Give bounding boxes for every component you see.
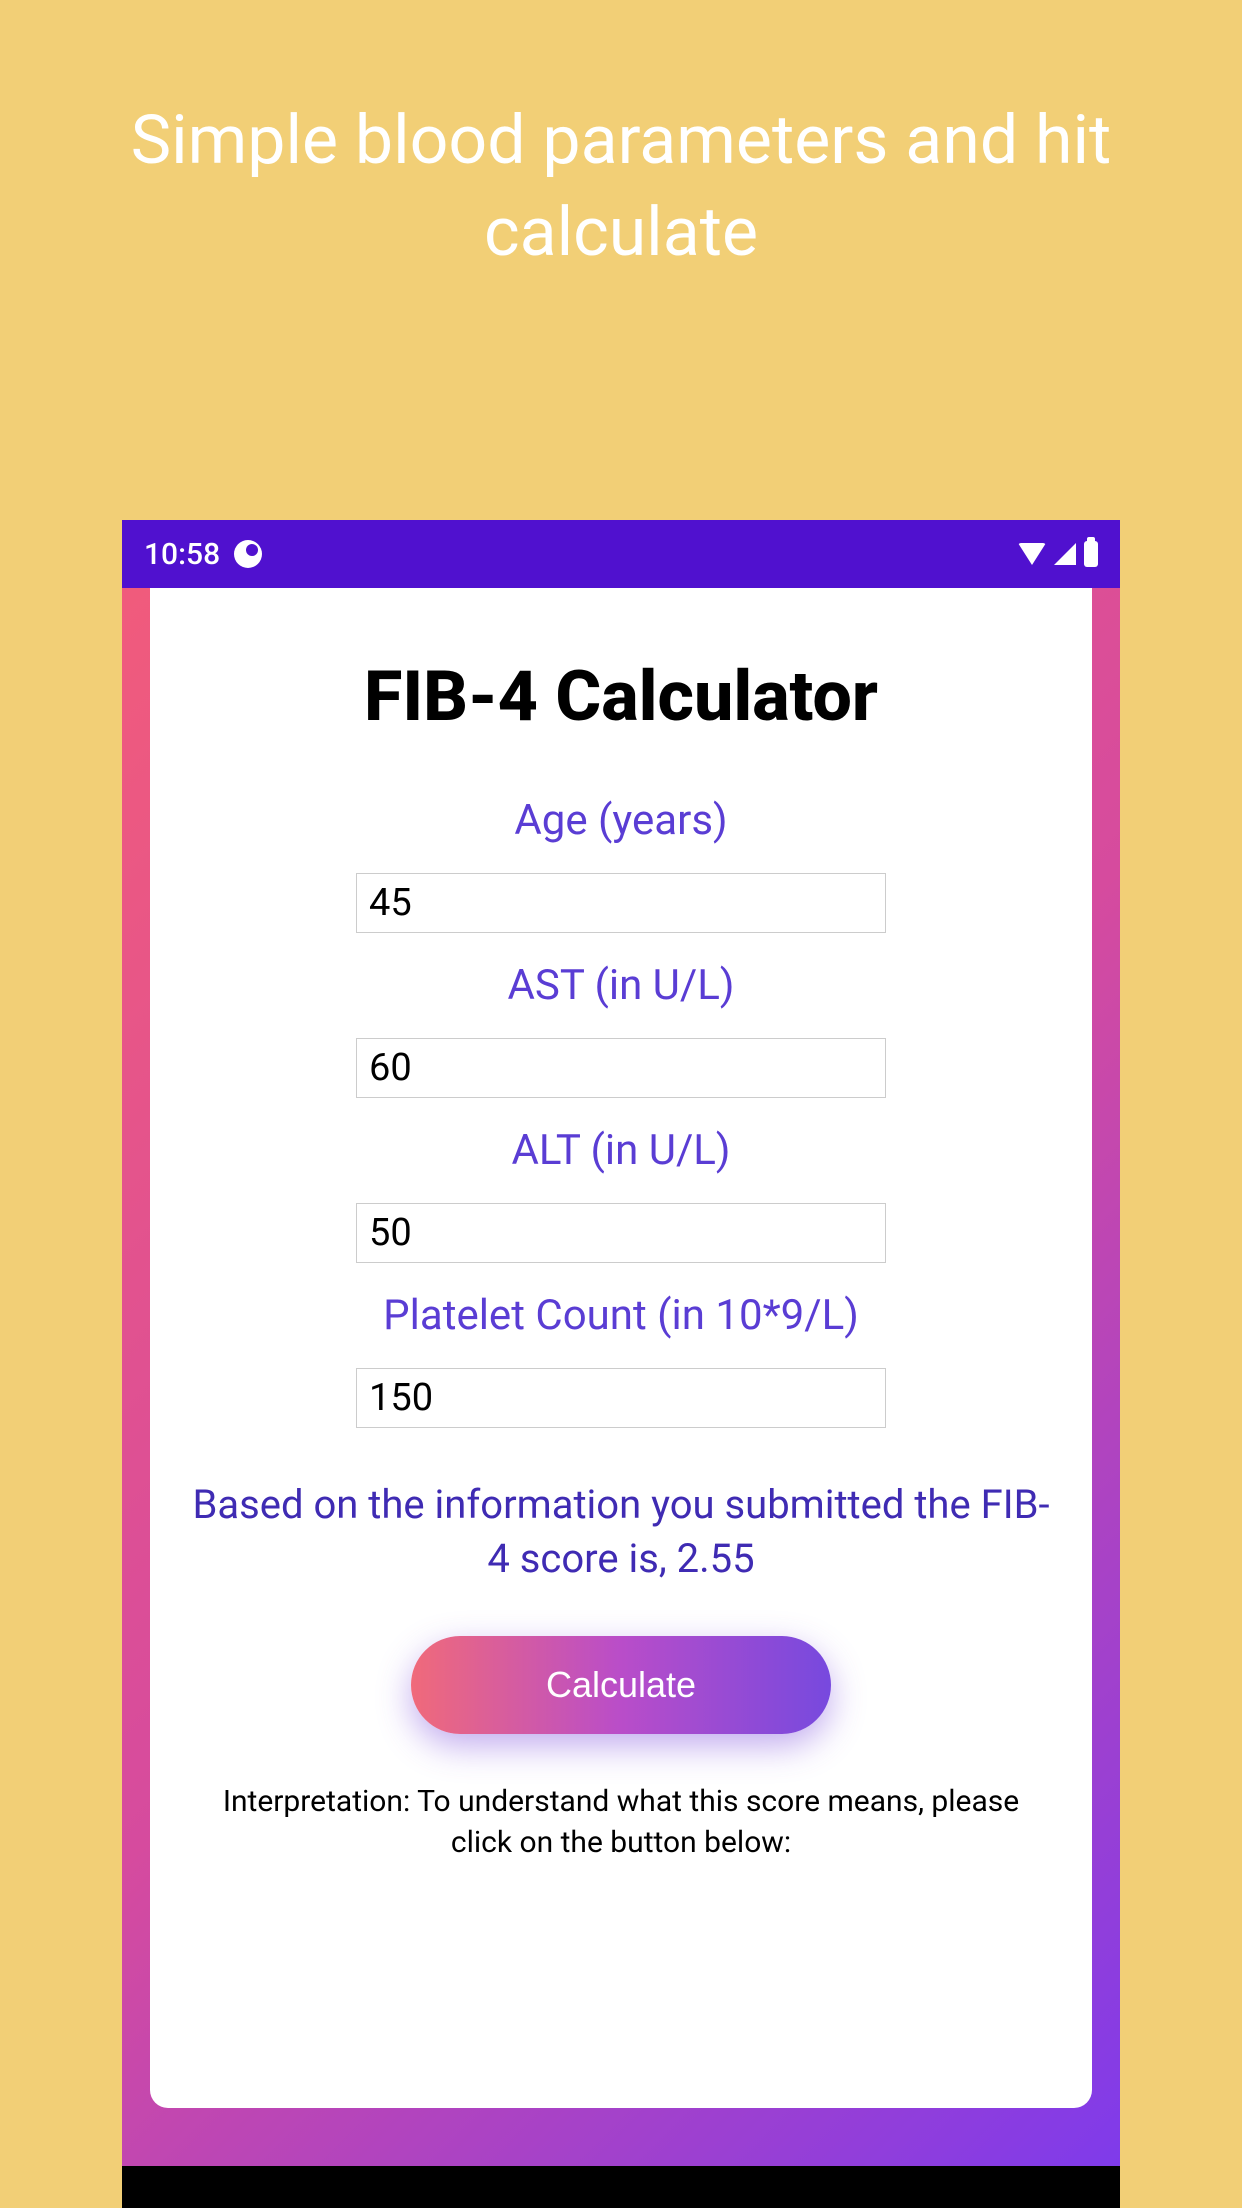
signal-icon: [1054, 543, 1076, 565]
ast-group: AST (in U/L): [180, 961, 1062, 1098]
app-card: FIB-4 Calculator Age (years) AST (in U/L…: [150, 588, 1092, 2108]
promo-headline: Simple blood parameters and hit calculat…: [0, 0, 1242, 279]
age-group: Age (years): [180, 796, 1062, 933]
status-left: 10:58: [144, 537, 262, 572]
wifi-icon: [1018, 543, 1046, 565]
platelet-input[interactable]: [356, 1368, 886, 1428]
interpretation-text: Interpretation: To understand what this …: [180, 1782, 1062, 1863]
app-title: FIB-4 Calculator: [364, 656, 878, 738]
status-time: 10:58: [144, 537, 220, 572]
age-input[interactable]: [356, 873, 886, 933]
ast-input[interactable]: [356, 1038, 886, 1098]
calculate-button[interactable]: Calculate: [411, 1636, 831, 1734]
alt-input[interactable]: [356, 1203, 886, 1263]
ast-label: AST (in U/L): [507, 961, 734, 1010]
alt-group: ALT (in U/L): [180, 1126, 1062, 1263]
battery-icon: [1084, 541, 1098, 567]
platelet-label: Platelet Count (in 10*9/L): [383, 1291, 859, 1340]
status-right: [1018, 541, 1098, 567]
age-label: Age (years): [514, 796, 727, 845]
android-nav-bar: [122, 2166, 1120, 2208]
status-bar: 10:58: [122, 520, 1120, 588]
result-text: Based on the information you submitted t…: [180, 1478, 1062, 1586]
alt-label: ALT (in U/L): [511, 1126, 730, 1175]
do-not-disturb-icon: [234, 540, 262, 568]
platelet-group: Platelet Count (in 10*9/L): [180, 1291, 1062, 1428]
phone-frame: 10:58 FIB-4 Calculator Age (years) AST (…: [122, 520, 1120, 2208]
